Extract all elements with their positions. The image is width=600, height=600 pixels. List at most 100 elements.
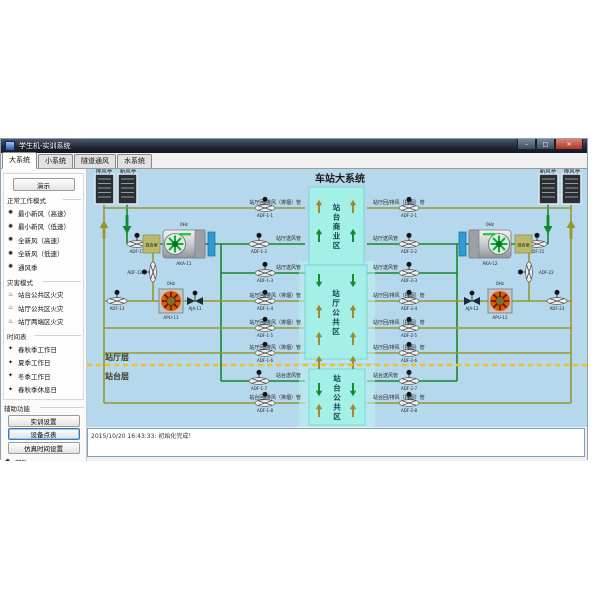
- damper-label: ADF-13: [110, 306, 125, 311]
- clock-icon: ✦: [8, 345, 16, 352]
- tab-tunnel-vent[interactable]: 隧道通风: [74, 154, 116, 168]
- floor-lower-label: 站台层: [105, 371, 129, 381]
- schedule-spring-autumn-rest[interactable]: ✦春秋季休息日: [4, 383, 83, 397]
- mix-box-label: 混合室: [517, 242, 530, 249]
- right-vertical-damper[interactable]: [518, 262, 533, 282]
- valve-label: AJA-12: [465, 306, 478, 311]
- app-window: 学生机-实训系统 – □ ✕ 大系统 小系统 隧道通风 水系统 演示 正常工作模…: [0, 138, 588, 460]
- damper[interactable]: [249, 233, 269, 248]
- zone-top-label: 站台商业区: [333, 202, 341, 250]
- left-silencer: [208, 232, 215, 256]
- svg-text:站台回/排风（排烟）管: 站台回/排风（排烟）管: [249, 394, 301, 401]
- svg-text:ADF-1-1: ADF-1-1: [257, 213, 274, 218]
- mode-hall-ends-fire[interactable]: ♨站厅两端区火灾: [4, 315, 83, 329]
- mode-full-fresh-low[interactable]: ✺全新风（低速）: [4, 247, 83, 261]
- clipped-sidebar-item[interactable]: ✺帮助: [1, 455, 86, 461]
- svg-text:ADF-2-3: ADF-2-3: [401, 278, 418, 283]
- mode-platform-fire[interactable]: ♨站台公共区火灾: [4, 288, 83, 302]
- svg-text:ADF-1-8: ADF-1-8: [257, 408, 274, 413]
- left-radial-fan[interactable]: [159, 289, 183, 313]
- app-icon: [5, 141, 15, 151]
- fan-icon: ✺: [8, 223, 16, 230]
- zone-middle-label: 站厅公共区: [332, 288, 340, 336]
- help-icon: ✺: [5, 458, 13, 461]
- fresh-air-pavilion: [539, 174, 558, 204]
- left-trunk-damper[interactable]: [107, 290, 127, 305]
- right-trunk-damper[interactable]: [547, 290, 567, 305]
- freq-label: 0Hz: [180, 222, 189, 227]
- exhaust-pavilion: [562, 174, 581, 204]
- mix-box-label: 混合室: [145, 242, 158, 249]
- svg-text:ADF-2-6: ADF-2-6: [401, 358, 418, 363]
- mode-min-fresh-high[interactable]: ✺最小新风（高速）: [4, 206, 83, 220]
- fan-icon: ✺: [8, 236, 16, 243]
- damper-label: ADF-22: [539, 270, 554, 275]
- damper[interactable]: [249, 370, 269, 385]
- tab-water-system[interactable]: 水系统: [117, 154, 152, 168]
- main-area: 站台商业区 站厅公共区 站台公共区 车站大系统 站厅层: [87, 169, 587, 461]
- fire-icon: ♨: [8, 304, 16, 311]
- svg-text:站厅送风管: 站厅送风管: [373, 264, 398, 271]
- svg-text:ADF-2-8: ADF-2-8: [401, 408, 418, 413]
- damper[interactable]: [255, 262, 275, 277]
- tower-label: 排风亭: [564, 169, 581, 175]
- right-butterfly-valve[interactable]: [464, 291, 480, 305]
- hmi-canvas: 站台商业区 站厅公共区 站台公共区 车站大系统 站厅层: [87, 169, 587, 427]
- left-butterfly-valve[interactable]: [187, 291, 203, 305]
- svg-text:站厅送风管: 站厅送风管: [276, 264, 301, 271]
- left-vertical-damper[interactable]: [142, 262, 157, 282]
- damper[interactable]: [399, 233, 419, 248]
- demo-button[interactable]: 演示: [13, 178, 75, 191]
- damper-label: ADF-23: [550, 306, 565, 311]
- svg-text:ADF-1-4: ADF-1-4: [257, 306, 274, 311]
- schedule-summer-workday[interactable]: ✦夏季工作日: [4, 356, 83, 370]
- ahu-label: AKA-12: [482, 261, 497, 266]
- device-point-table-button[interactable]: 设备点表: [8, 428, 80, 440]
- event-log: 2015/10/20 16:43:33: 初始化完成！: [87, 428, 585, 457]
- diagram-title: 车站大系统: [315, 172, 365, 185]
- schedule-spring-autumn-workday[interactable]: ✦春秋季工作日: [4, 342, 83, 356]
- damper[interactable]: [399, 262, 419, 277]
- svg-text:ADF-1-7: ADF-1-7: [251, 386, 268, 391]
- mode-vent-season[interactable]: ✺通风季: [4, 260, 83, 274]
- svg-text:站台回/排风（排烟）管: 站台回/排风（排烟）管: [373, 394, 425, 401]
- minimize-button[interactable]: –: [517, 139, 536, 150]
- svg-text:站厅送风管: 站厅送风管: [276, 235, 301, 242]
- svg-text:站厅回/排风（排烟）管: 站厅回/排风（排烟）管: [249, 292, 301, 299]
- title-bar: 学生机-实训系统 – □ ✕: [1, 139, 587, 153]
- schedule-winter-workday[interactable]: ✦冬季工作日: [4, 369, 83, 383]
- left-ahu-fan[interactable]: [163, 230, 205, 258]
- svg-text:ADF-2-7: ADF-2-7: [401, 386, 418, 391]
- tab-small-system[interactable]: 小系统: [38, 154, 73, 168]
- section-normal-modes: 正常工作模式: [7, 195, 83, 205]
- svg-text:站台送风管: 站台送风管: [373, 372, 398, 379]
- fresh-air-pavilion: [118, 174, 137, 204]
- fire-icon: ♨: [8, 291, 16, 298]
- mode-min-fresh-low[interactable]: ✺最小新风（低速）: [4, 220, 83, 234]
- section-disaster-modes: 灾害模式: [7, 277, 83, 287]
- mode-hall-fire[interactable]: ♨站厅公共区火灾: [4, 301, 83, 315]
- section-timetable: 时间表: [7, 331, 83, 341]
- fresh-down-arrow: [123, 215, 132, 234]
- svg-text:站厅回/排风（排烟）管: 站厅回/排风（排烟）管: [373, 319, 425, 326]
- fan-icon: ✺: [8, 263, 16, 270]
- training-settings-button[interactable]: 实训设置: [8, 415, 80, 427]
- svg-text:站厅回/排风（排烟）管: 站厅回/排风（排烟）管: [249, 199, 301, 206]
- svg-text:站厅回/排风（排烟）管: 站厅回/排风（排烟）管: [373, 199, 425, 206]
- sim-time-settings-button[interactable]: 仿真时间设置: [8, 442, 80, 454]
- freq-label: 0Hz: [167, 281, 176, 286]
- right-line-dampers: ADF-2-1 ADF-2-2 ADF-2-3 ADF-2-4 ADF-2-5 …: [399, 197, 419, 413]
- freq-label: 0Hz: [496, 281, 505, 286]
- maximize-button[interactable]: □: [536, 139, 555, 150]
- exhaust-up-arrow: [567, 220, 576, 239]
- right-radial-fan[interactable]: [488, 289, 512, 313]
- damper[interactable]: [399, 370, 419, 385]
- fan-label: APU-12: [492, 315, 508, 320]
- svg-text:ADF-2-1: ADF-2-1: [401, 213, 418, 218]
- mode-full-fresh-high[interactable]: ✺全新风（高速）: [4, 233, 83, 247]
- right-ahu-fan[interactable]: [469, 230, 511, 258]
- close-button[interactable]: ✕: [555, 139, 583, 150]
- svg-text:站厅回/排风（排烟）管: 站厅回/排风（排烟）管: [373, 292, 425, 299]
- tab-big-system[interactable]: 大系统: [2, 152, 37, 169]
- section-aux: 辅助功能: [4, 403, 86, 413]
